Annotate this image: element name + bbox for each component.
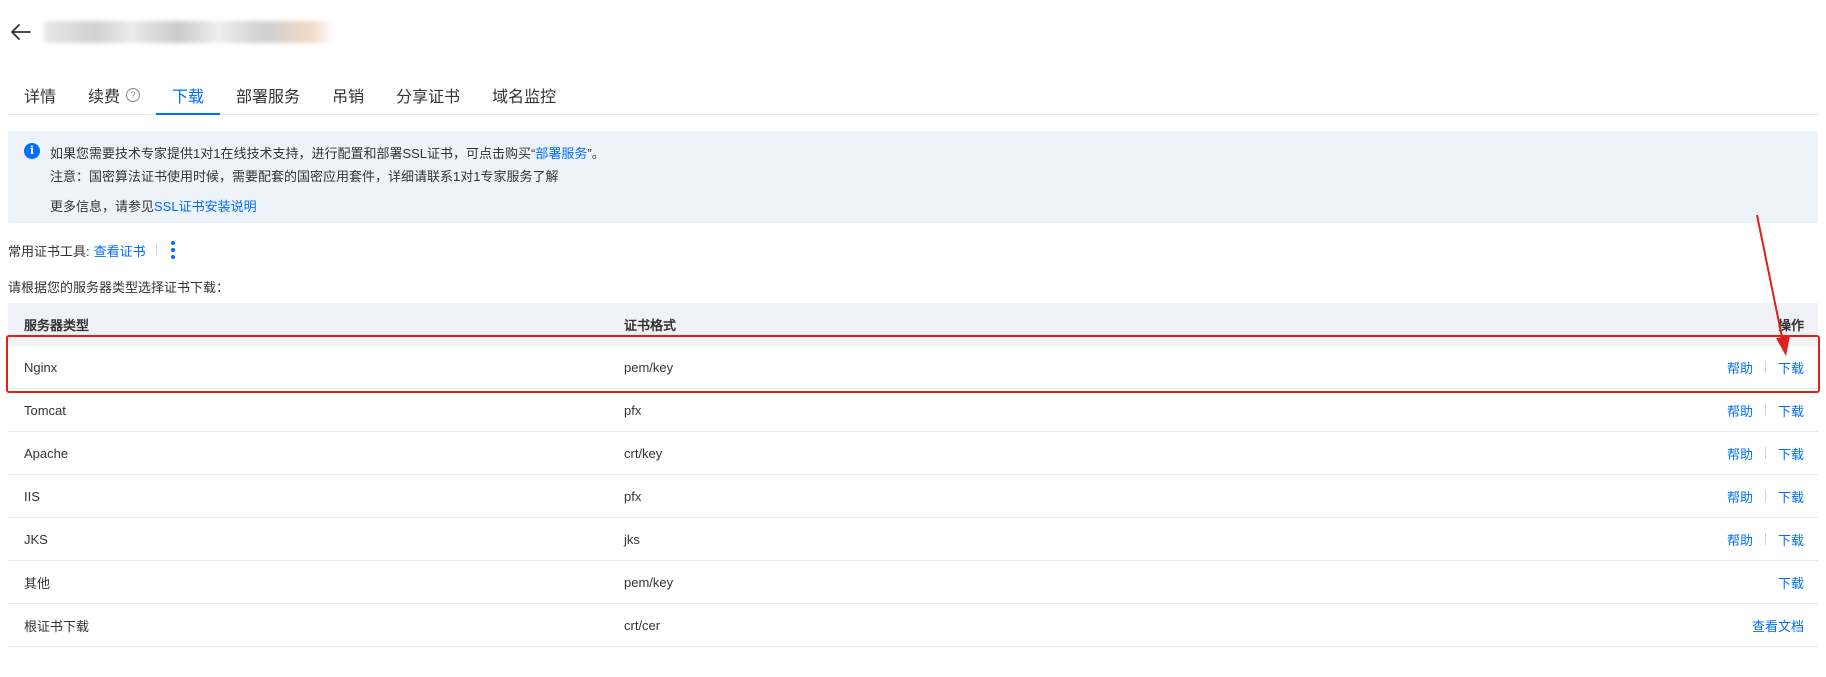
tab-bar: 详情 续费 ? 下载 部署服务 吊销 分享证书 域名监控 [8, 76, 1818, 115]
tab-label: 续费 [88, 89, 121, 106]
table-row: 其他 pem/key 下载 [8, 561, 1818, 604]
tab-label: 域名监控 [492, 89, 557, 106]
notice-line-3: 更多信息，请参见SSL证书安装说明 [50, 196, 257, 215]
view-cert-link[interactable]: 查看证书 [94, 241, 146, 260]
server-type-cell: IIS [24, 488, 40, 504]
tab-label: 分享证书 [396, 89, 461, 106]
server-type-cell: Tomcat [24, 402, 66, 418]
download-link[interactable]: 下载 [1778, 401, 1804, 420]
notice-text: 如果您需要技术专家提供1对1在线技术支持，进行配置和部署SSL证书，可点击购买“ [50, 146, 536, 161]
cert-format-cell: crt/cer [624, 617, 661, 633]
cert-format-cell: pfx [624, 402, 642, 418]
action-cell: 帮助 下载 [1508, 358, 1818, 377]
tab-share-cert[interactable]: 分享证书 [380, 76, 476, 114]
action-cell: 帮助 下载 [1508, 401, 1818, 420]
table-row: Apache crt/key 帮助 下载 [8, 432, 1818, 475]
server-type-cell: Nginx [24, 359, 58, 375]
cert-format-cell: pem/key [624, 359, 674, 375]
download-link[interactable]: 下载 [1778, 358, 1804, 377]
help-link[interactable]: 帮助 [1727, 401, 1753, 420]
help-link[interactable]: 帮助 [1727, 530, 1753, 549]
help-link[interactable]: 帮助 [1727, 444, 1753, 463]
divider [1764, 490, 1766, 502]
divider [1764, 447, 1766, 459]
view-docs-link[interactable]: 查看文档 [1752, 616, 1804, 635]
action-cell: 帮助 下载 [1508, 487, 1818, 506]
action-cell: 帮助 下载 [1508, 444, 1818, 463]
instruction-text: 请根据您的服务器类型选择证书下载： [8, 280, 230, 295]
divider [1764, 404, 1766, 416]
page-header [8, 12, 334, 52]
page: 详情 续费 ? 下载 部署服务 吊销 分享证书 域名监控 i 如果您需要技术专家… [0, 0, 1826, 677]
tab-deploy-service[interactable]: 部署服务 [220, 76, 316, 114]
server-type-cell: 根证书下载 [24, 618, 90, 634]
divider [1764, 361, 1766, 373]
header-server-type: 服务器类型 [24, 318, 90, 333]
help-link[interactable]: 帮助 [1727, 358, 1753, 377]
back-arrow-icon[interactable] [8, 19, 34, 45]
action-cell: 帮助 下载 [1508, 530, 1818, 549]
action-cell: 查看文档 [1508, 616, 1818, 635]
download-link[interactable]: 下载 [1778, 487, 1804, 506]
cert-format-cell: pem/key [624, 574, 674, 590]
info-circle-icon: i [24, 143, 40, 159]
cert-format-cell: jks [624, 531, 640, 547]
tab-revoke[interactable]: 吊销 [316, 76, 380, 114]
notice-text: 更多信息，请参见 [50, 199, 155, 214]
notice-text: ”。 [587, 146, 605, 161]
tab-details[interactable]: 详情 [8, 76, 72, 114]
table-row: JKS jks 帮助 下载 [8, 518, 1818, 561]
cert-format-cell: crt/key [624, 445, 663, 461]
server-type-cell: JKS [24, 531, 48, 547]
action-cell: 下载 [1508, 573, 1818, 592]
tab-label: 详情 [24, 89, 57, 106]
table-row: Tomcat pfx 帮助 下载 [8, 389, 1818, 432]
tab-label: 吊销 [332, 89, 365, 106]
tab-label: 下载 [172, 89, 205, 106]
header-action: 操作 [1777, 318, 1804, 333]
notice-line-1: 如果您需要技术专家提供1对1在线技术支持，进行配置和部署SSL证书，可点击购买“… [50, 143, 605, 162]
divider [155, 244, 157, 256]
notice-line-2: 注意：国密算法证书使用时候，需要配套的国密应用套件，详细请联系1对1专家服务了解 [50, 169, 559, 184]
cert-format-cell: pfx [624, 488, 642, 504]
table-header: 服务器类型 证书格式 操作 [8, 303, 1818, 346]
more-vertical-icon[interactable] [167, 239, 179, 261]
download-link[interactable]: 下载 [1778, 573, 1804, 592]
install-guide-link[interactable]: SSL证书安装说明 [154, 199, 257, 214]
cert-tools: 常用证书工具: 查看证书 [8, 239, 179, 261]
table-row: Nginx pem/key 帮助 下载 [8, 346, 1818, 389]
download-link[interactable]: 下载 [1778, 444, 1804, 463]
notice-box: i 如果您需要技术专家提供1对1在线技术支持，进行配置和部署SSL证书，可点击购… [8, 131, 1818, 223]
tab-label: 部署服务 [236, 89, 301, 106]
download-table: 服务器类型 证书格式 操作 Nginx pem/key 帮助 下载 Tomcat… [8, 303, 1818, 647]
divider [1764, 533, 1766, 545]
blurred-page-title [44, 21, 334, 43]
download-link[interactable]: 下载 [1778, 530, 1804, 549]
deploy-service-link[interactable]: 部署服务 [535, 146, 587, 161]
server-type-cell: Apache [24, 445, 69, 461]
tools-label: 常用证书工具: [8, 243, 90, 259]
tab-domain-monitor[interactable]: 域名监控 [476, 76, 572, 114]
tab-renew[interactable]: 续费 ? [72, 76, 156, 114]
table-row: 根证书下载 crt/cer 查看文档 [8, 604, 1818, 647]
question-circle-icon[interactable]: ? [126, 88, 141, 102]
table-row: IIS pfx 帮助 下载 [8, 475, 1818, 518]
server-type-cell: 其他 [24, 575, 51, 591]
tab-download[interactable]: 下载 [156, 76, 221, 115]
help-link[interactable]: 帮助 [1727, 487, 1753, 506]
header-cert-format: 证书格式 [624, 318, 677, 333]
